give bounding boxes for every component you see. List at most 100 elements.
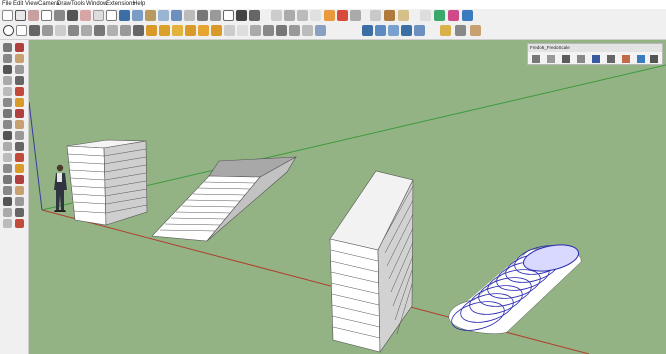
zoom-extents-icon[interactable] [3, 197, 12, 206]
warehouse-icon[interactable] [434, 10, 445, 21]
person-icon[interactable] [384, 10, 395, 21]
lock-icon[interactable] [302, 25, 313, 36]
rectangle-icon[interactable] [3, 76, 12, 85]
rectangle-icon[interactable] [16, 25, 27, 36]
box-shear-icon[interactable] [577, 55, 585, 63]
intersect-icon[interactable] [81, 25, 92, 36]
dimension-icon[interactable] [15, 142, 24, 151]
box-scale-icon[interactable] [532, 55, 540, 63]
offset-icon[interactable] [68, 25, 79, 36]
top-view-icon[interactable] [119, 10, 130, 21]
explode-icon[interactable] [289, 25, 300, 36]
back-view-icon[interactable] [158, 10, 169, 21]
axes-icon[interactable] [3, 164, 12, 173]
polygon-icon[interactable] [15, 87, 24, 96]
menu-extensions[interactable]: Extensions [106, 0, 135, 9]
monochrome-icon[interactable] [93, 10, 104, 21]
push-pull-icon[interactable] [42, 25, 53, 36]
menu-help[interactable]: Help [133, 0, 145, 9]
circle-icon[interactable] [3, 87, 12, 96]
styles-icon[interactable] [315, 25, 326, 36]
arc-icon[interactable] [3, 98, 12, 107]
zoom-icon[interactable] [223, 10, 234, 21]
fredoscale-title-bar[interactable]: Fredo6_FredoScale [528, 44, 662, 52]
materials-icon[interactable] [401, 25, 412, 36]
front-view-icon[interactable] [132, 10, 143, 21]
wireframe-icon[interactable] [54, 10, 65, 21]
previous-view-icon[interactable] [249, 10, 260, 21]
extension-warehouse-icon[interactable] [462, 10, 473, 21]
menu-tools[interactable]: Tools [71, 0, 85, 9]
push-pull-icon[interactable] [15, 109, 24, 118]
section-plane-icon[interactable] [310, 10, 321, 21]
stretch-icon[interactable] [592, 55, 600, 63]
move-icon[interactable] [3, 109, 12, 118]
select-all-icon[interactable] [224, 25, 235, 36]
previous-icon[interactable] [15, 197, 24, 206]
zoom-icon[interactable] [3, 186, 12, 195]
make-component-icon[interactable] [15, 10, 26, 21]
zoom-window-icon[interactable] [15, 186, 24, 195]
pan-icon[interactable] [15, 175, 24, 184]
follow-me-icon[interactable] [55, 25, 66, 36]
position-camera-icon[interactable] [297, 10, 308, 21]
paint-bucket-icon[interactable] [15, 54, 24, 63]
hidden-line-icon[interactable] [67, 10, 78, 21]
shape-icon[interactable] [41, 10, 52, 21]
camera-icon[interactable] [237, 25, 248, 36]
menu-window[interactable]: Window [86, 0, 107, 9]
rotate-icon[interactable] [3, 120, 12, 129]
protractor-icon[interactable] [3, 153, 12, 162]
shaded-icon[interactable] [80, 10, 91, 21]
pan-icon[interactable] [210, 10, 221, 21]
share-icon[interactable] [420, 10, 431, 21]
subtract-icon[interactable] [120, 25, 131, 36]
box-stack-1[interactable] [66, 139, 148, 226]
select-icon[interactable] [3, 43, 12, 52]
walk-icon[interactable] [3, 219, 12, 228]
tape-measure-icon[interactable] [146, 25, 157, 36]
protractor-icon[interactable] [172, 25, 183, 36]
extension-icon[interactable] [448, 10, 459, 21]
select-icon[interactable] [2, 10, 13, 21]
left-view-icon[interactable] [171, 10, 182, 21]
tapering-icon[interactable] [547, 55, 555, 63]
axes-icon[interactable] [198, 25, 209, 36]
arrow-icon[interactable] [3, 25, 14, 36]
layer-manager-icon[interactable] [362, 25, 373, 36]
3d-text-icon[interactable] [211, 25, 222, 36]
next-scene-icon[interactable] [350, 10, 361, 21]
pie-icon[interactable] [15, 98, 24, 107]
menu-view[interactable]: View [25, 0, 38, 9]
look-around-icon[interactable] [15, 208, 24, 217]
record-icon[interactable] [337, 10, 348, 21]
make-component-icon[interactable] [15, 43, 24, 52]
text-icon[interactable] [15, 153, 24, 162]
union-icon[interactable] [107, 25, 118, 36]
section-plane-icon[interactable] [15, 219, 24, 228]
walk-icon[interactable] [271, 10, 282, 21]
group-icon[interactable] [276, 25, 287, 36]
sandbox-icon[interactable] [398, 10, 409, 21]
fog-icon[interactable] [250, 25, 261, 36]
follow-me-icon[interactable] [15, 120, 24, 129]
freehand-icon[interactable] [15, 65, 24, 74]
play-icon[interactable] [324, 10, 335, 21]
orbit-icon[interactable] [3, 175, 12, 184]
orbit-icon[interactable] [197, 10, 208, 21]
fredo-settings-icon[interactable] [650, 55, 658, 63]
outer-shell-icon[interactable] [94, 25, 105, 36]
shadows-icon[interactable] [263, 25, 274, 36]
dimension-icon[interactable] [159, 25, 170, 36]
shadow-settings-icon[interactable] [470, 25, 481, 36]
sun-icon[interactable] [440, 25, 451, 36]
radial-bending-icon[interactable] [622, 55, 630, 63]
iso-view-icon[interactable] [106, 10, 117, 21]
look-around-icon[interactable] [284, 10, 295, 21]
right-view-icon[interactable] [145, 10, 156, 21]
tape-measure-icon[interactable] [3, 142, 12, 151]
box-rotate-icon[interactable] [637, 55, 645, 63]
menu-edit[interactable]: Edit [13, 0, 23, 9]
plane-shear-icon[interactable] [562, 55, 570, 63]
menu-draw[interactable]: Draw [57, 0, 71, 9]
